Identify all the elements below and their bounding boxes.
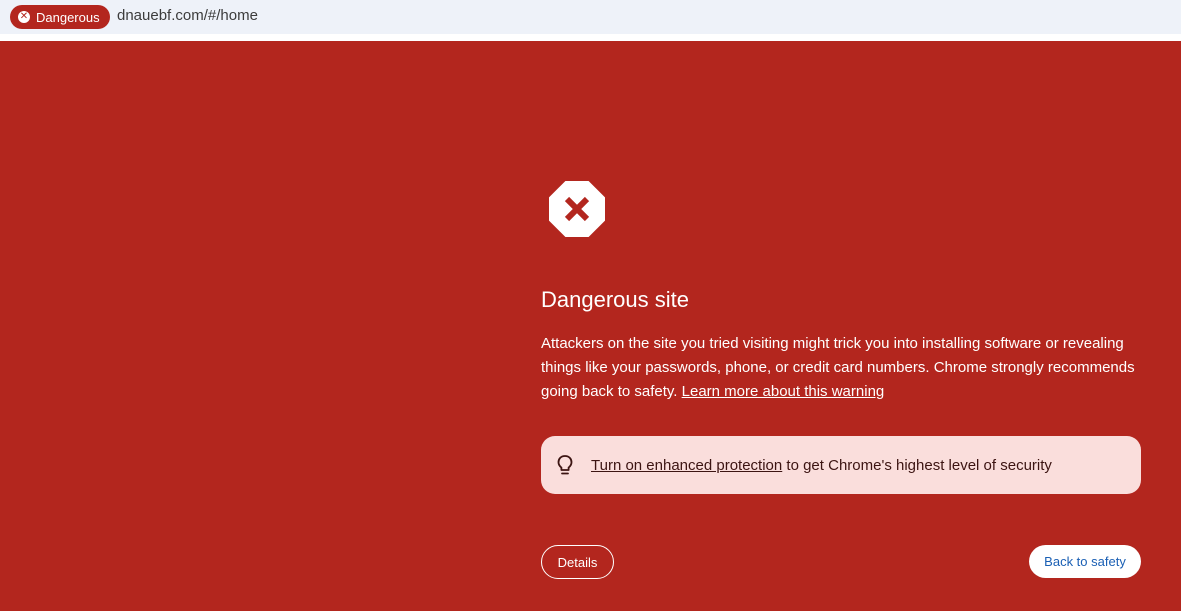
enhanced-protection-link[interactable]: Turn on enhanced protection xyxy=(591,457,782,474)
address-bar: ✕ Dangerous dnauebf.com/#/home xyxy=(0,0,1181,34)
error-circle-icon: ✕ xyxy=(18,11,30,23)
learn-more-link[interactable]: Learn more about this warning xyxy=(682,383,885,400)
back-to-safety-button[interactable]: Back to safety xyxy=(1029,545,1141,578)
warning-message: Attackers on the site you tried visiting… xyxy=(541,332,1141,404)
details-button[interactable]: Details xyxy=(541,545,614,579)
enhanced-protection-text: to get Chrome's highest level of securit… xyxy=(782,456,1052,474)
security-chip-label: Dangerous xyxy=(36,9,100,25)
security-status-chip[interactable]: ✕ Dangerous xyxy=(10,5,110,29)
page-title: Dangerous site xyxy=(541,287,689,312)
enhanced-protection-banner: Turn on enhanced protection to get Chrom… xyxy=(541,436,1141,494)
toolbar-divider xyxy=(0,34,1181,41)
url-field[interactable]: dnauebf.com/#/home xyxy=(117,7,258,24)
lightbulb-icon xyxy=(557,455,573,475)
stop-octagon-icon xyxy=(549,181,605,237)
